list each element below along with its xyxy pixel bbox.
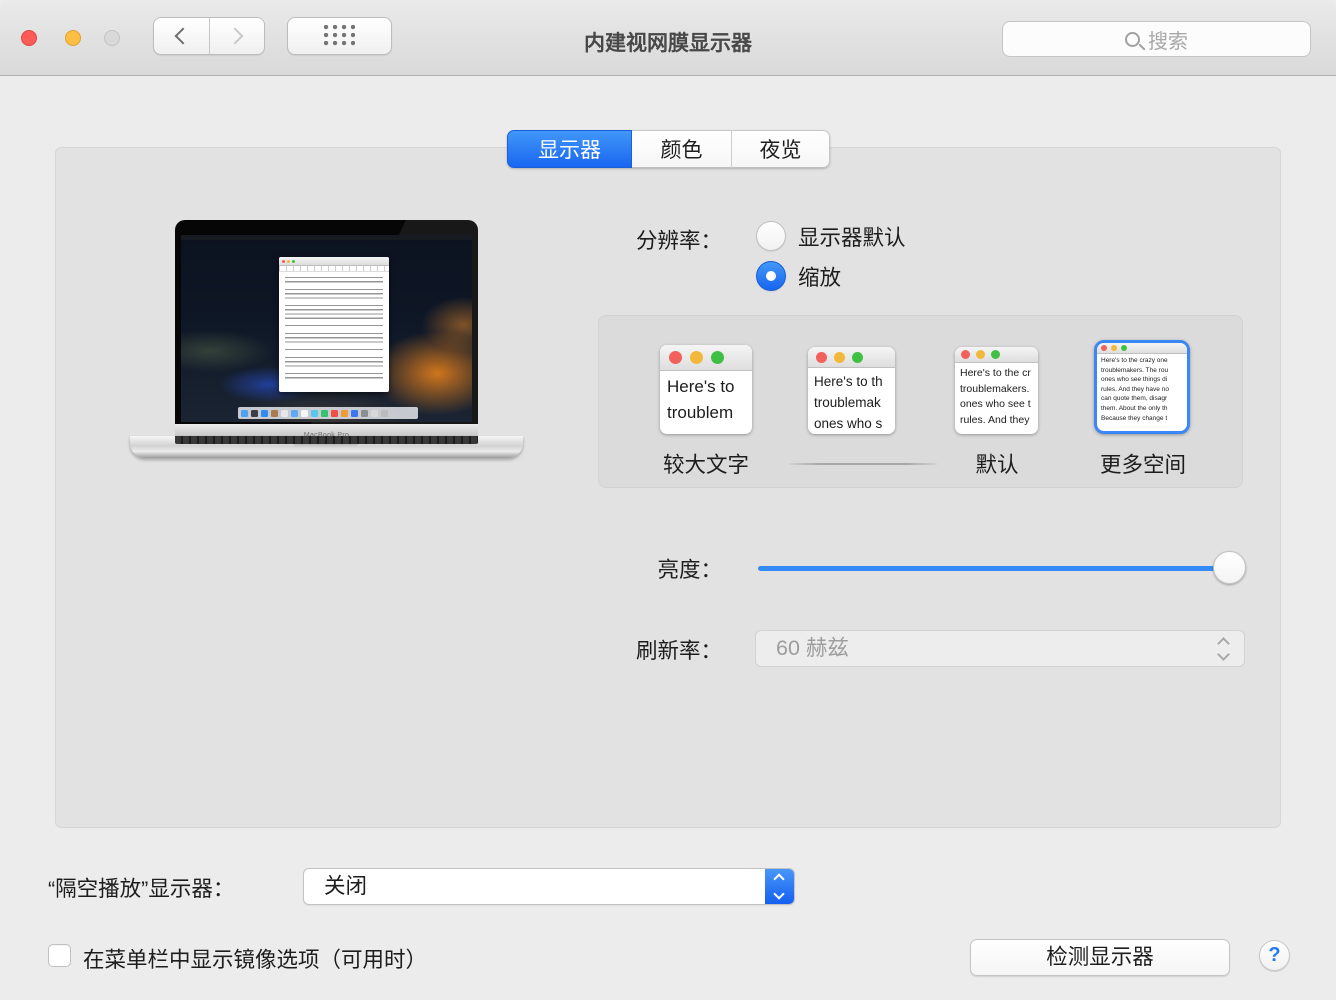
refresh-rate-value: 60 赫兹 — [776, 631, 849, 666]
scaled-option-label-larger-text: 较大文字 — [626, 448, 786, 479]
refresh-rate-label: 刷新率： — [420, 634, 722, 665]
macbook-textedit-titlebar — [279, 257, 389, 266]
airplay-display-dropdown[interactable]: 关闭 — [303, 868, 795, 905]
radio-default[interactable] — [756, 221, 786, 251]
search-icon — [1125, 32, 1140, 47]
thumb-titlebar — [660, 345, 752, 371]
mini-zoom-icon — [292, 260, 295, 263]
mini-minimize-icon — [287, 260, 290, 263]
macbook-base — [130, 436, 523, 458]
macbook-lower-bezel: MacBook Pro — [175, 424, 478, 436]
brightness-slider[interactable] — [756, 551, 1246, 585]
scaled-option-separator-line — [789, 463, 937, 465]
scaled-option-default[interactable]: Here's to the cr troublemakers. ones who… — [955, 347, 1038, 434]
resolution-label: 分辨率： — [420, 224, 722, 255]
scaled-resolutions-panel: Here's to troublem Here's to th troublem… — [598, 315, 1243, 488]
resolution-option-scaled[interactable]: 缩放 — [756, 260, 841, 292]
scaled-option-label-more-space: 更多空间 — [1063, 448, 1223, 479]
scaled-option-label-default: 默认 — [917, 448, 1077, 479]
dropdown-chevrons-icon[interactable] — [765, 869, 794, 904]
macbook-trackpad-notch — [294, 444, 358, 449]
macbook-textedit-text — [279, 272, 389, 390]
thumb-titlebar — [955, 347, 1038, 363]
radio-default-label: 显示器默认 — [798, 221, 906, 252]
scaled-option-more-space-selected[interactable]: Here's to the crazy one troublemakers. T… — [1094, 340, 1190, 434]
search-placeholder: 搜索 — [1148, 25, 1188, 54]
search-input[interactable]: 搜索 — [1002, 21, 1311, 57]
tab-bar: 显示器 颜色 夜览 — [507, 130, 830, 168]
scaled-option-2[interactable]: Here's to th troublemak ones who s — [808, 347, 895, 434]
titlebar: 内建视网膜显示器 搜索 — [0, 0, 1336, 76]
radio-scaled-label: 缩放 — [798, 261, 841, 292]
scaled-option-larger-text[interactable]: Here's to troublem — [660, 345, 752, 434]
resolution-option-default[interactable]: 显示器默认 — [756, 220, 906, 252]
macbook-keyboard — [175, 436, 478, 444]
tab-night-shift[interactable]: 夜览 — [731, 130, 830, 168]
thumb-titlebar — [1097, 343, 1187, 354]
brightness-slider-track[interactable] — [758, 566, 1244, 571]
radio-scaled[interactable] — [756, 261, 786, 291]
refresh-rate-dropdown: 60 赫兹 — [755, 630, 1245, 667]
stepper-chevrons-icon — [1217, 638, 1231, 660]
airplay-display-value: 关闭 — [324, 869, 367, 904]
mini-close-icon — [282, 260, 285, 263]
detect-displays-button[interactable]: 检测显示器 — [970, 939, 1230, 976]
help-button[interactable]: ? — [1259, 940, 1290, 971]
show-mirroring-options-label: 在菜单栏中显示镜像选项（可用时） — [83, 943, 427, 974]
system-preferences-window: 内建视网膜显示器 搜索 显示器 颜色 夜览 — [0, 0, 1336, 1000]
macbook-dock — [238, 407, 418, 419]
tab-color[interactable]: 颜色 — [632, 130, 731, 168]
macbook-display-wallpaper — [181, 235, 472, 422]
brightness-slider-knob[interactable] — [1213, 551, 1246, 584]
thumb-titlebar — [808, 347, 895, 368]
tab-display[interactable]: 显示器 — [507, 130, 632, 168]
brightness-label: 亮度： — [420, 553, 722, 584]
show-mirroring-options-checkbox[interactable] — [48, 944, 71, 967]
airplay-display-label: “隔空播放”显示器： — [48, 872, 234, 903]
macbook-textedit-window — [279, 257, 389, 392]
